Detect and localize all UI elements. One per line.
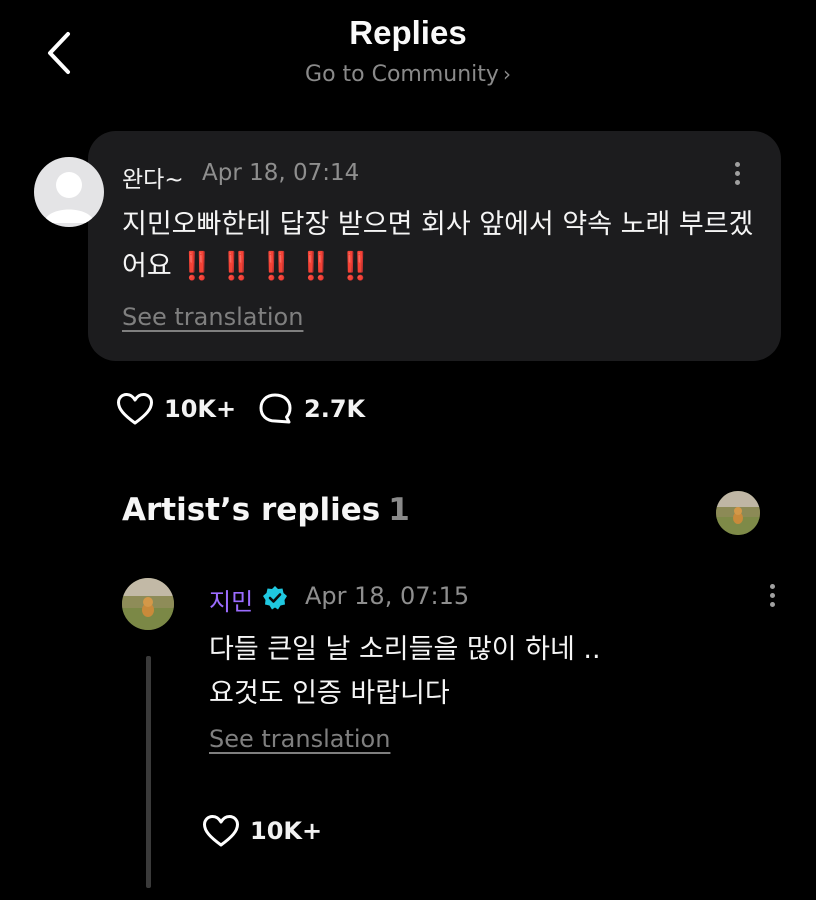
comment-timestamp: Apr 18, 07:14 [202,160,360,186]
artist-photo [122,578,174,630]
artist-avatar[interactable] [122,578,174,630]
comment-text: 지민오빠한테 답장 받으면 회사 앞에서 약속 노래 부르겠어요 ‼️‼️‼️‼… [122,204,762,288]
artist-replies-heading: Artist’s replies 1 [122,492,410,528]
fan-avatar[interactable] [34,157,104,227]
artist-replies-count: 1 [388,492,410,528]
comment-reply-button[interactable]: 2.7K [258,392,365,426]
artist-reply-line-2: 요것도 인증 바랍니다 [209,678,450,709]
artist-avatar-small[interactable] [716,491,760,535]
artist-reply-line-1: 다들 큰일 날 소리들을 많이 하네 .. [209,634,601,665]
artist-name[interactable]: 지민 [209,582,253,617]
artist-replies-title: Artist’s replies [122,492,381,528]
comment-reply-count: 2.7K [304,395,366,423]
comment-more-button[interactable] [727,158,747,194]
more-vertical-icon [762,584,782,607]
chevron-right-icon: › [502,62,511,86]
see-translation-link[interactable]: See translation [122,303,303,331]
heart-icon [117,393,153,425]
artist-reply-like-button[interactable]: 10K+ [202,814,322,848]
thread-line [146,656,151,888]
more-vertical-icon [727,162,747,185]
artist-see-translation-link[interactable]: See translation [209,725,390,753]
artist-photo-small [716,491,760,535]
heart-icon [203,815,239,847]
page-title: Replies [349,14,467,51]
speech-bubble-icon [259,393,292,424]
artist-reply-text: 다들 큰일 날 소리들을 많이 하네 .. 요것도 인증 바랍니다 [209,628,769,716]
community-link-label: Go to Community [305,62,499,87]
comment-like-count: 10K+ [164,395,237,423]
comment-author[interactable]: 완다~ [122,160,184,194]
double-exclamation-emoji: ‼️‼️‼️‼️‼️ [180,251,379,282]
default-user-icon [44,172,94,223]
artist-reply-timestamp: Apr 18, 07:15 [305,582,470,610]
replies-screen: Replies Go to Community › 완다~ Apr 18, 07:… [0,0,816,900]
artist-reply-more-button[interactable] [762,580,782,616]
go-to-community-link[interactable]: Go to Community › [0,62,816,87]
comment-like-button[interactable]: 10K+ [116,392,236,426]
verified-badge-icon [262,585,288,611]
artist-reply-like-count: 10K+ [250,817,323,845]
